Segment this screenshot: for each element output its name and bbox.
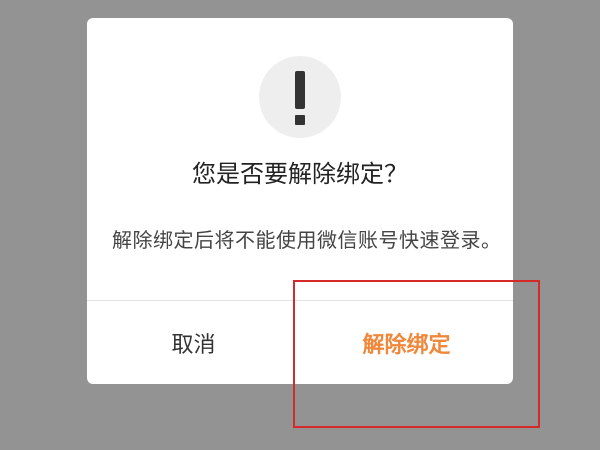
- exclamation-icon: [259, 56, 341, 138]
- unbind-button[interactable]: 解除绑定: [300, 301, 513, 384]
- cancel-button[interactable]: 取消: [87, 301, 300, 384]
- exclamation-dot: [295, 115, 305, 125]
- exclamation-bar: [295, 71, 305, 109]
- dialog-title: 您是否要解除绑定？: [192, 160, 408, 188]
- dialog-message: 解除绑定后将不能使用微信账号快速登录。: [112, 228, 502, 252]
- unbind-confirm-dialog: 您是否要解除绑定？ 解除绑定后将不能使用微信账号快速登录。 取消 解除绑定: [87, 18, 513, 384]
